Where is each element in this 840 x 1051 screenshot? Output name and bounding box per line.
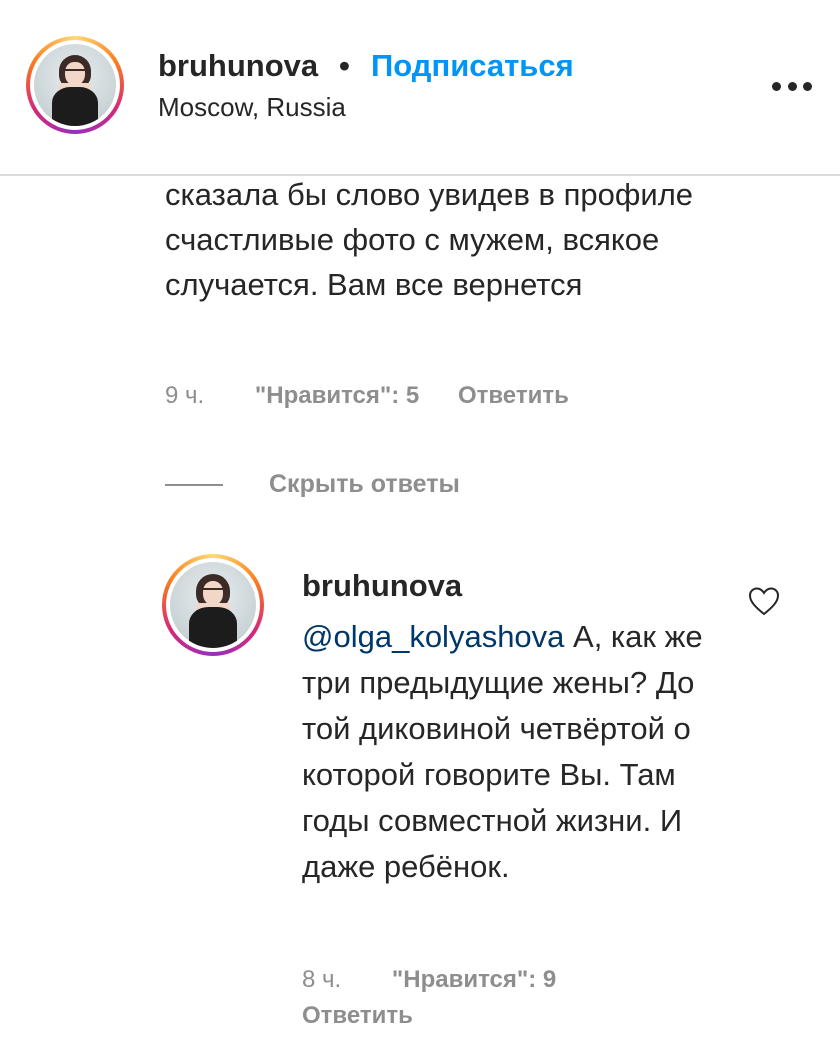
post-header: bruhunova • Подписаться Moscow, Russia: [0, 0, 840, 176]
hide-replies-label[interactable]: Скрыть ответы: [269, 470, 460, 499]
mention-link[interactable]: @olga_kolyashova: [302, 619, 564, 654]
follow-button[interactable]: Подписаться: [371, 48, 574, 84]
avatar-photo: [170, 562, 256, 648]
avatar-photo: [34, 44, 116, 126]
divider-line: [165, 483, 223, 486]
comment-meta: 9 ч. "Нравится": 5 Ответить: [165, 382, 569, 410]
more-horizontal-icon[interactable]: [772, 82, 812, 92]
reply-body: А, как же три предыдущие жены? До той ди…: [302, 619, 703, 884]
reply-likes[interactable]: "Нравится": 9: [392, 966, 556, 993]
profile-avatar[interactable]: [26, 36, 124, 134]
reply-text: @olga_kolyashova А, как же три предыдущи…: [302, 614, 722, 890]
reply-username[interactable]: bruhunova: [302, 568, 462, 604]
reply-avatar[interactable]: [162, 554, 264, 656]
header-location[interactable]: Moscow, Russia: [158, 92, 346, 123]
reply-reply-button[interactable]: Ответить: [302, 1002, 413, 1030]
reply-meta: 8 ч. "Нравится": 9: [302, 966, 556, 994]
comment-reply-button[interactable]: Ответить: [458, 382, 569, 409]
comment-text: сказала бы слово увидев в профиле счастл…: [165, 177, 694, 302]
hide-replies-toggle[interactable]: Скрыть ответы: [165, 470, 460, 499]
comment-time[interactable]: 9 ч.: [165, 382, 204, 409]
header-username[interactable]: bruhunova: [158, 48, 318, 84]
reply-time[interactable]: 8 ч.: [302, 966, 341, 993]
comment-likes[interactable]: "Нравится": 5: [255, 382, 419, 409]
header-separator: •: [339, 48, 350, 83]
heart-icon[interactable]: [748, 586, 780, 616]
instagram-comments-page: bruhunova • Подписаться Moscow, Russia с…: [0, 0, 840, 1051]
